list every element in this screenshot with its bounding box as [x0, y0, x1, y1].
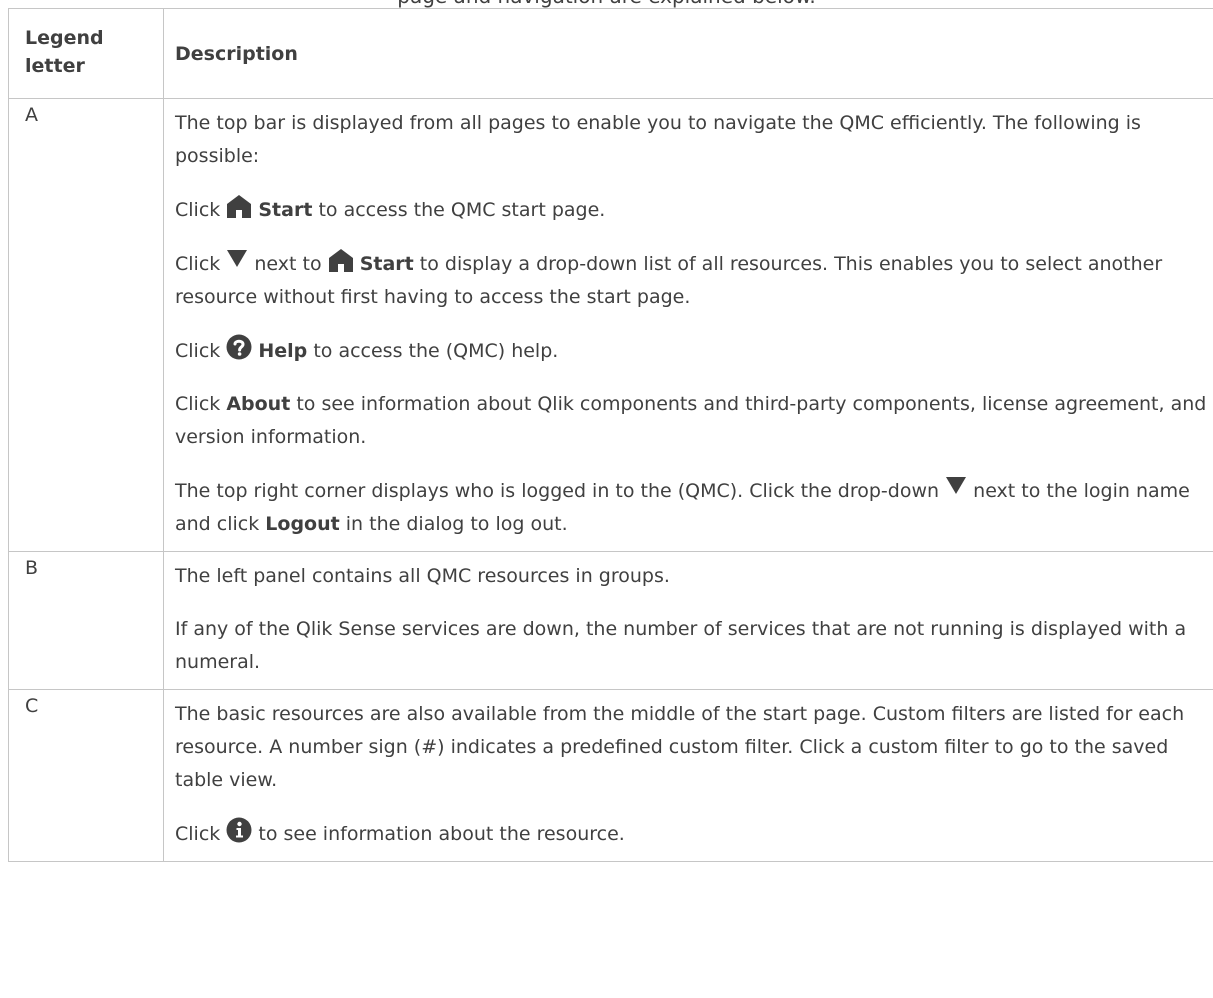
- home-icon: [226, 193, 252, 219]
- description-paragraph: The top bar is displayed from all pages …: [175, 112, 1141, 167]
- caption-text: page and navigation are explained below.: [0, 0, 1213, 8]
- caret-down-icon: [945, 474, 967, 496]
- legend-table: Legend letter Description A The top bar …: [8, 8, 1213, 862]
- help-circle-icon: [226, 334, 252, 360]
- start-label: Start: [258, 199, 313, 221]
- table-row: B The left panel contains all QMC resour…: [8, 551, 1213, 690]
- help-label: Help: [258, 340, 308, 362]
- start-label: Start: [359, 253, 414, 275]
- table-row: A The top bar is displayed from all page…: [8, 98, 1213, 552]
- description-paragraph: If any of the Qlik Sense services are do…: [175, 618, 1187, 673]
- description-paragraph: The basic resources are also available f…: [175, 703, 1185, 791]
- description-paragraph: The top right corner displays who is log…: [175, 464, 1208, 551]
- description-cell: The top bar is displayed from all pages …: [163, 98, 1213, 552]
- description-paragraph: The left panel contains all QMC resource…: [175, 565, 670, 587]
- logout-label: Logout: [265, 513, 340, 535]
- header-row: Legend letter Description: [8, 8, 1213, 99]
- description-paragraph: Click to see information about the resou…: [175, 807, 1208, 861]
- header-legend-letter: Legend letter: [8, 8, 164, 99]
- description-cell: The basic resources are also available f…: [163, 689, 1213, 862]
- description-cell: The left panel contains all QMC resource…: [163, 551, 1213, 690]
- description-paragraph: Click Help to access the (QMC) help.: [175, 324, 1208, 378]
- legend-letter-cell: C: [8, 689, 164, 862]
- legend-letter-cell: A: [8, 98, 164, 552]
- caret-down-icon: [226, 247, 248, 269]
- info-circle-icon: [226, 817, 252, 843]
- description-paragraph: Click Start to access the QMC start page…: [175, 183, 1208, 237]
- table-row: C The basic resources are also available…: [8, 689, 1213, 862]
- home-icon: [328, 247, 354, 273]
- table-caption: page and navigation are explained below.: [0, 0, 1213, 8]
- header-description: Description: [163, 8, 1213, 99]
- legend-letter-cell: B: [8, 551, 164, 690]
- description-paragraph: Click About to see information about Qli…: [175, 393, 1207, 448]
- description-paragraph: Click next to Start to display a drop-do…: [175, 237, 1208, 324]
- about-label: About: [226, 393, 291, 415]
